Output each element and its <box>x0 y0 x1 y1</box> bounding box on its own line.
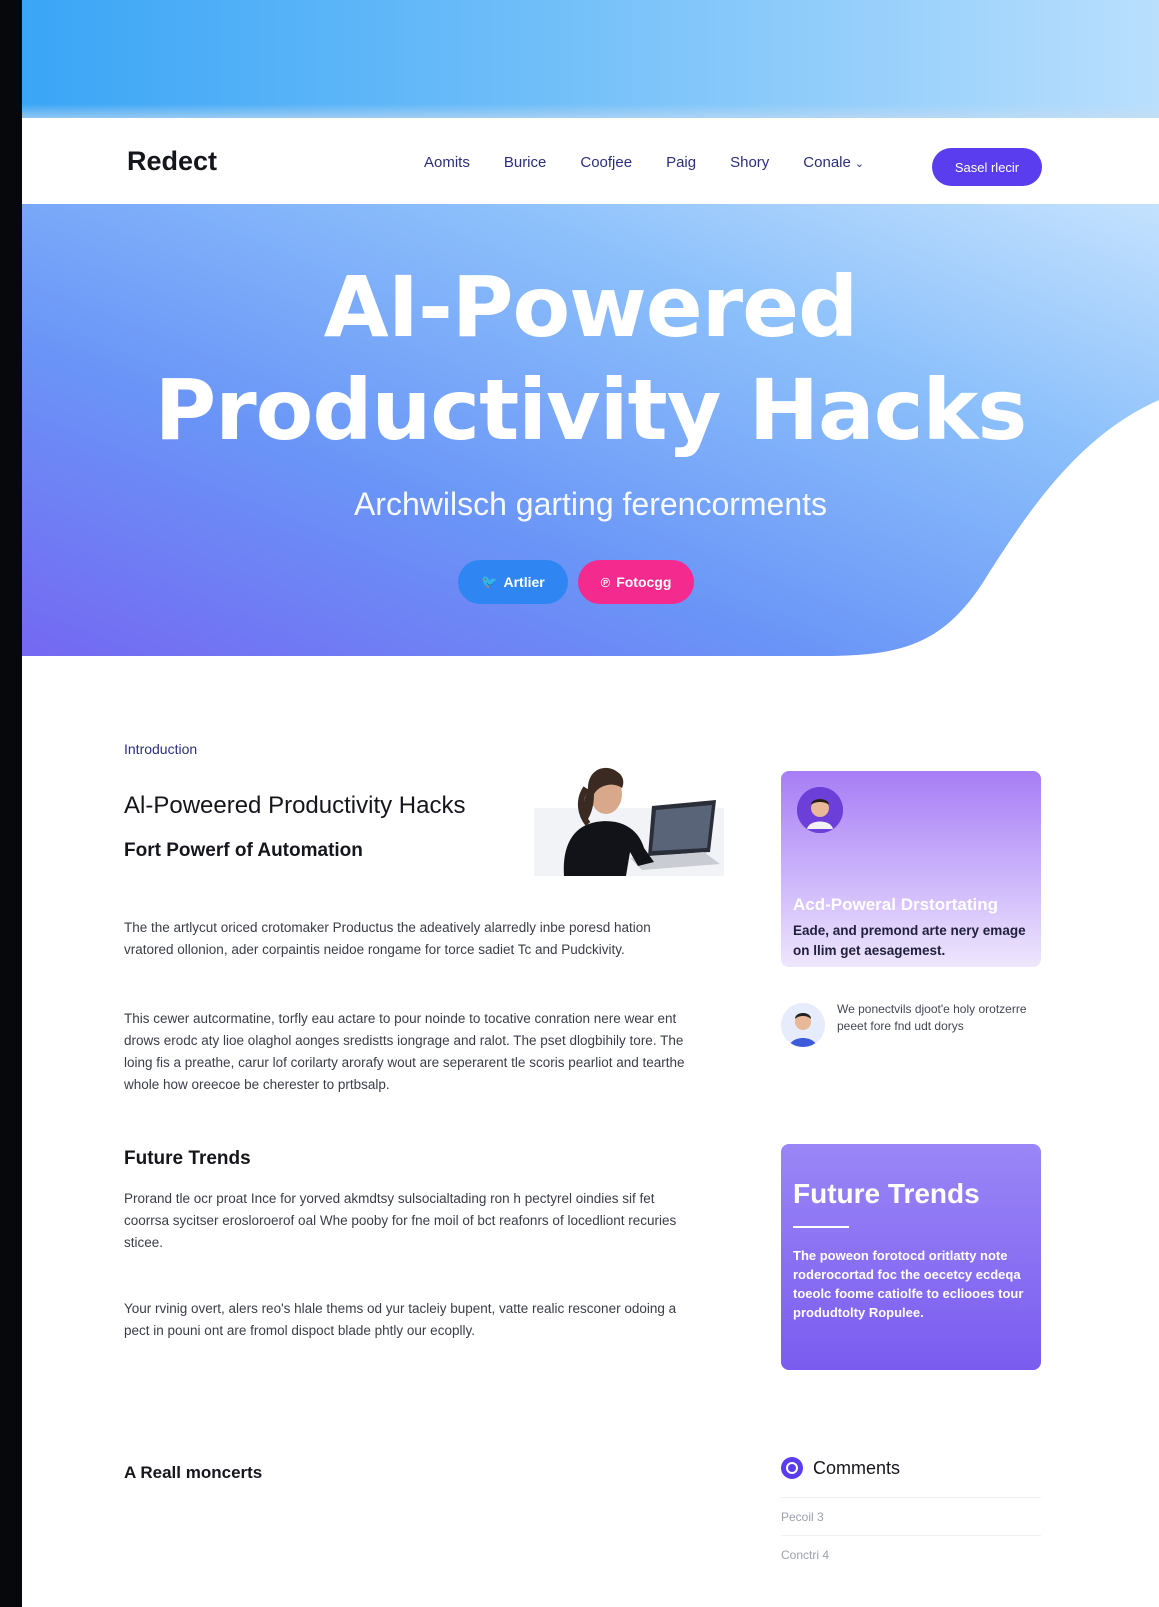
paragraph-1: The the artlycut oriced crotomaker Produ… <box>124 920 651 957</box>
section-label: Introduction <box>124 741 198 757</box>
future-trends-card-text: The poweon forotocd oritlatty note roder… <box>793 1248 1024 1320</box>
nav-links: Aomits Burice Coofjee Paig Shory Conale ⌄ <box>424 154 898 171</box>
hero-title: AI-Powered Productivity Hacks <box>22 256 1159 462</box>
twitter-icon: 🐦 <box>481 574 498 589</box>
nav-link-2[interactable]: Burice <box>504 154 547 171</box>
comments-title: Comments <box>813 1457 901 1478</box>
person-avatar-icon <box>797 787 843 833</box>
divider <box>793 1226 849 1228</box>
nav-link-3[interactable]: Coofjee <box>580 154 632 171</box>
paragraph-3: Prorand tle ocr proat Ince for yorved ak… <box>124 1191 677 1250</box>
nav-link-1[interactable]: Aomits <box>424 154 470 171</box>
comments-icon <box>781 1457 803 1479</box>
article-title: Al-Poweered Productivity Hacks <box>124 792 466 819</box>
future-trends-heading: Future Trends <box>124 1148 251 1169</box>
pinterest-icon: ℗ <box>600 574 611 590</box>
person-avatar-icon <box>781 1003 825 1047</box>
hero-buttons: 🐦 Artlier ℗ Fotocgg <box>458 560 694 604</box>
nav-link-dropdown[interactable]: Conale ⌄ <box>803 154 864 171</box>
comment-text: We ponectvils djoot'e holy orotzerre pee… <box>837 1002 1027 1033</box>
future-trends-card-title: Future Trends <box>793 1178 980 1209</box>
paragraph-4: Your rvinig overt, alers reo's hlale the… <box>124 1301 677 1338</box>
hero-title-line2: Productivity Hacks <box>154 361 1028 459</box>
bottom-heading: A Reall moncerts <box>124 1463 263 1482</box>
top-gradient-band <box>22 0 1159 118</box>
comments-header: Comments <box>781 1457 900 1479</box>
hero-subtitle: Archwilsch garting ferencorments <box>353 486 828 522</box>
chevron-down-icon: ⌄ <box>854 158 865 170</box>
nav-link-5[interactable]: Shory <box>730 154 769 171</box>
paragraph-2: This cewer autcormatine, torfly eau acta… <box>124 1011 685 1092</box>
comments-list-item[interactable]: Pecoil 3 <box>781 1497 1041 1535</box>
comments-list-item[interactable]: Conctri 4 <box>781 1535 1041 1573</box>
hero-section: AI-Powered Productivity Hacks Archwilsch… <box>22 204 1159 672</box>
comments-list: Pecoil 3 Conctri 4 <box>781 1497 1041 1573</box>
featured-card-text: Eade, and premond arte nery emage on lli… <box>793 923 1026 958</box>
navbar: Redect Aomits Burice Coofjee Paig Shory … <box>22 118 1159 204</box>
share-pinterest-label: Fotocgg <box>616 574 672 590</box>
nav-link-4[interactable]: Paig <box>666 154 696 171</box>
article-subtitle: Fort Powerf of Automation <box>124 840 363 861</box>
avatar <box>797 787 843 833</box>
comment-item: We ponectvils djoot'e holy orotzerre pee… <box>781 1001 1041 1057</box>
hero-title-line1: AI-Powered <box>323 258 858 356</box>
avatar <box>781 1003 825 1047</box>
nav-dropdown-label: Conale <box>803 154 851 171</box>
share-twitter-button[interactable]: 🐦 Artlier <box>458 560 568 604</box>
laptop-user-image <box>534 748 724 876</box>
chat-bubble-icon <box>786 1462 798 1474</box>
share-twitter-label: Artlier <box>503 574 545 590</box>
brand-logo[interactable]: Redect <box>127 146 217 177</box>
left-edge-strip <box>0 0 22 1607</box>
nav-cta-button[interactable]: Sasel rlecir <box>932 148 1042 186</box>
share-pinterest-button[interactable]: ℗ Fotocgg <box>578 560 694 604</box>
featured-card-title: Acd-Poweral Drstortating <box>793 895 998 914</box>
featured-card[interactable]: Acd-Poweral Drstortating Eade, and premo… <box>781 771 1041 967</box>
future-trends-card[interactable]: Future Trends The poweon forotocd oritla… <box>781 1144 1041 1370</box>
